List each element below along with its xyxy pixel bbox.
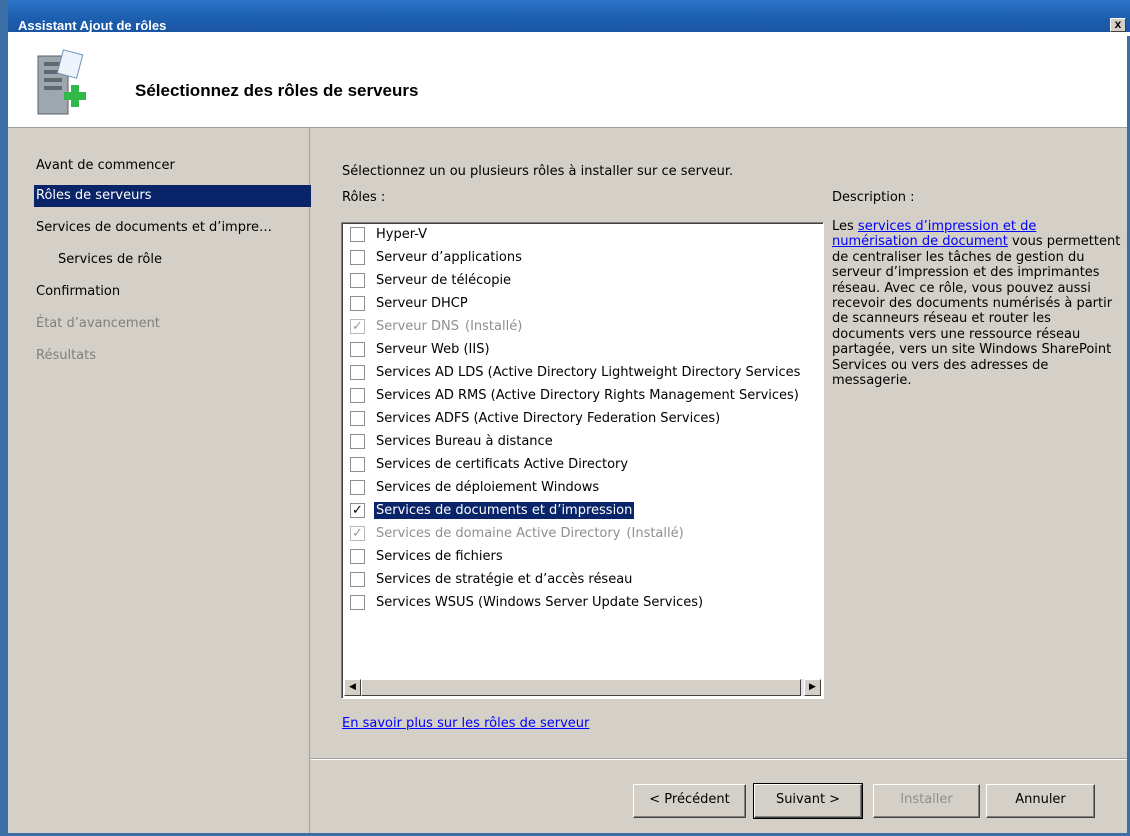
server-add-icon: [37, 49, 86, 115]
role-label: Services de documents et d’impression: [374, 502, 635, 519]
wizard-steps-sidebar: Avant de commencer Rôles de serveurs Ser…: [8, 128, 311, 833]
close-button[interactable]: x: [1110, 18, 1126, 32]
role-description: Les services d’impression et de numérisa…: [832, 219, 1126, 388]
nav-item-roles-de-serveurs[interactable]: Rôles de serveurs: [34, 185, 311, 207]
previous-button[interactable]: < Précédent: [633, 784, 746, 818]
scroll-left-icon[interactable]: ◀: [344, 679, 361, 696]
add-roles-wizard-window: Assistant Ajout de rôles x Sélectionnez …: [0, 0, 1130, 836]
role-row[interactable]: Serveur Web (IIS): [350, 338, 492, 361]
scroll-right-icon[interactable]: ▶: [804, 679, 821, 696]
learn-more-link[interactable]: En savoir plus sur les rôles de serveur: [342, 716, 589, 731]
role-label: Services de stratégie et d’accès réseau: [376, 572, 633, 587]
role-checkbox[interactable]: ✓: [350, 503, 365, 518]
role-row[interactable]: Services WSUS (Windows Server Update Ser…: [350, 591, 705, 614]
role-row: ✓ Serveur DNS (Installé): [350, 315, 524, 338]
role-row[interactable]: Services Bureau à distance: [350, 430, 555, 453]
role-label: Services de domaine Active Directory (Ins…: [376, 526, 684, 541]
role-label: Serveur Web (IIS): [376, 342, 490, 357]
instruction-text: Sélectionnez un ou plusieurs rôles à ins…: [342, 164, 734, 179]
nav-item-services-documents[interactable]: Services de documents et d’impre…: [34, 217, 310, 239]
role-checkbox: ✓: [350, 319, 365, 334]
role-label: Services de certificats Active Directory: [376, 457, 629, 472]
role-row[interactable]: Serveur d’applications: [350, 246, 524, 269]
description-label: Description :: [832, 190, 915, 205]
role-checkbox[interactable]: [350, 342, 365, 357]
role-checkbox[interactable]: [350, 273, 365, 288]
role-label: Serveur DNS (Installé): [376, 319, 523, 334]
nav-item-etat-avancement: État d’avancement: [36, 316, 160, 331]
window-title: Assistant Ajout de rôles: [18, 18, 167, 33]
install-button: Installer: [873, 784, 980, 818]
wizard-footer: < Précédent Suivant > Installer Annuler: [311, 758, 1127, 833]
role-checkbox[interactable]: [350, 549, 365, 564]
role-row[interactable]: Services AD RMS (Active Directory Rights…: [350, 384, 801, 407]
role-row[interactable]: Services de stratégie et d’accès réseau: [350, 568, 634, 591]
cancel-button[interactable]: Annuler: [986, 784, 1095, 818]
role-row[interactable]: Serveur DHCP: [350, 292, 470, 315]
role-label: Serveur d’applications: [376, 250, 522, 265]
installed-tag: (Installé): [465, 319, 523, 334]
role-checkbox[interactable]: [350, 296, 365, 311]
role-checkbox[interactable]: [350, 388, 365, 403]
description-link[interactable]: services d’impression et de numérisation…: [832, 219, 1036, 249]
roles-label: Rôles :: [342, 190, 386, 205]
role-label: Serveur DHCP: [376, 296, 468, 311]
role-checkbox[interactable]: [350, 572, 365, 587]
role-row[interactable]: Serveur de télécopie: [350, 269, 513, 292]
role-checkbox[interactable]: [350, 250, 365, 265]
role-row[interactable]: Services de certificats Active Directory: [350, 453, 630, 476]
role-label: Services AD RMS (Active Directory Rights…: [376, 388, 799, 403]
role-row: ✓ Services de domaine Active Directory (I…: [350, 522, 686, 545]
role-row-selected[interactable]: ✓ Services de documents et d’impression: [350, 499, 635, 522]
nav-item-resultats: Résultats: [36, 348, 97, 363]
role-label: Services de fichiers: [376, 549, 503, 564]
nav-item-avant-de-commencer[interactable]: Avant de commencer: [34, 155, 310, 177]
page-heading: Sélectionnez des rôles de serveurs: [135, 81, 419, 100]
role-checkbox[interactable]: [350, 411, 365, 426]
wizard-header: Sélectionnez des rôles de serveurs: [8, 36, 1127, 128]
nav-item-confirmation[interactable]: Confirmation: [34, 281, 310, 303]
role-checkbox[interactable]: [350, 457, 365, 472]
role-label: Serveur de télécopie: [376, 273, 512, 288]
horizontal-scrollbar[interactable]: ◀ ▶: [344, 679, 821, 696]
role-row[interactable]: Services de déploiement Windows: [350, 476, 601, 499]
role-label: Services AD LDS (Active Directory Lightw…: [376, 365, 801, 380]
role-checkbox[interactable]: [350, 595, 365, 610]
role-label: Services Bureau à distance: [376, 434, 553, 449]
role-label: Services ADFS (Active Directory Federati…: [376, 411, 721, 426]
description-prefix: Les: [832, 219, 858, 234]
role-label: Services de déploiement Windows: [376, 480, 600, 495]
role-label: Hyper-V: [376, 227, 428, 242]
installed-tag: (Installé): [626, 526, 684, 541]
role-checkbox[interactable]: [350, 480, 365, 495]
role-checkbox[interactable]: [350, 434, 365, 449]
title-bar[interactable]: Assistant Ajout de rôles x: [8, 0, 1130, 36]
role-row[interactable]: Services AD LDS (Active Directory Lightw…: [350, 361, 802, 384]
scroll-thumb[interactable]: [361, 679, 801, 696]
description-body: vous permettent de centraliser les tâche…: [832, 234, 1121, 389]
roles-checklist[interactable]: Hyper-V Serveur d’applications Serveur d…: [341, 222, 824, 699]
role-checkbox: ✓: [350, 526, 365, 541]
next-button[interactable]: Suivant >: [753, 783, 863, 819]
role-row[interactable]: Services ADFS (Active Directory Federati…: [350, 407, 722, 430]
role-row[interactable]: Services de fichiers: [350, 545, 505, 568]
role-label: Services WSUS (Windows Server Update Ser…: [376, 595, 704, 610]
nav-item-services-de-role[interactable]: Services de rôle: [34, 249, 310, 271]
role-checkbox[interactable]: [350, 227, 365, 242]
role-row[interactable]: Hyper-V: [350, 223, 429, 246]
main-content: Sélectionnez un ou plusieurs rôles à ins…: [311, 128, 1127, 758]
role-checkbox[interactable]: [350, 365, 365, 380]
